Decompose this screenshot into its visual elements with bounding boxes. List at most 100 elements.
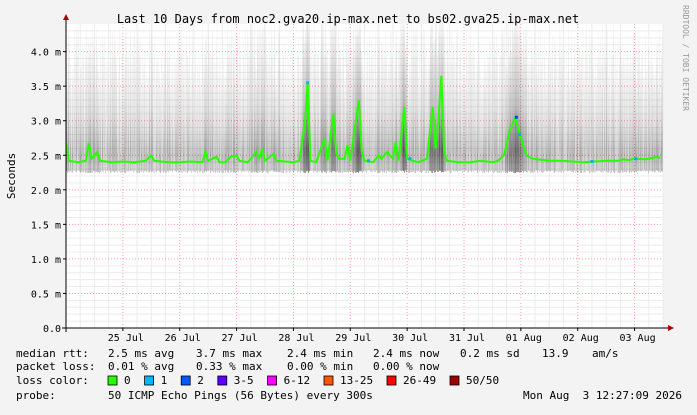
smoke-column — [149, 27, 150, 173]
smoke-column — [219, 56, 220, 174]
smoke-column — [294, 70, 295, 171]
y-axis-arrow — [63, 14, 69, 20]
smoke-column — [273, 77, 274, 172]
loss-marker — [590, 159, 594, 163]
smoke-column — [70, 66, 71, 172]
smoke-column — [163, 70, 164, 174]
smoke-column — [600, 33, 601, 172]
smoke-column — [72, 66, 73, 173]
smoke-column — [420, 81, 421, 173]
smoke-column — [422, 68, 423, 172]
x-tick-label: 30 Jul — [392, 333, 428, 344]
probe-label: probe: — [16, 389, 56, 402]
smoke-column — [557, 62, 558, 172]
smoke-column — [139, 39, 140, 174]
smoke-column — [497, 57, 498, 173]
y-axis-label: Seconds — [5, 153, 18, 199]
smoke-column — [532, 49, 533, 173]
smoke-column — [374, 80, 375, 173]
smoke-column — [621, 54, 622, 171]
x-axis-ticks: 25 Jul 26 Jul 27 Jul 28 Jul 29 Jul 30 Jul 31 J… — [108, 328, 656, 344]
smoke-column — [221, 76, 222, 173]
smoke-column — [143, 65, 144, 174]
legend-item-label: 3-5 — [234, 374, 254, 387]
smoke-column — [222, 78, 223, 174]
smoke-column — [366, 58, 367, 174]
stats-median-rtt-ams-unit: am/s — [592, 347, 619, 360]
smoke-column — [141, 82, 142, 172]
probe-timestamp: Mon Aug 3 12:27:09 2026 — [523, 389, 682, 402]
smoke-column — [485, 61, 486, 171]
smoke-column — [370, 68, 371, 172]
smoke-column — [241, 64, 242, 173]
smoke-column — [267, 55, 268, 174]
smoke-column — [475, 73, 476, 171]
smoke-column — [75, 43, 76, 172]
smoke-column — [481, 76, 482, 172]
smoke-column — [213, 53, 214, 173]
smoke-column — [76, 26, 77, 173]
y-axis-ticks: 0.0 0.5 m 1.0 m 1.5 m 2.0 m 2.5 m 3.0 m 3.5 m 4.… — [31, 48, 66, 335]
smoke-column — [192, 24, 193, 171]
smoke-column — [573, 67, 574, 173]
x-tick-label: 02 Aug — [563, 333, 599, 344]
smoke-column — [96, 27, 97, 172]
x-tick-label: 01 Aug — [506, 333, 542, 344]
smoke-column — [187, 47, 188, 174]
smoke-column — [295, 69, 296, 172]
smoke-column — [151, 28, 152, 173]
x-tick-label: 25 Jul — [108, 333, 144, 344]
smoke-column — [594, 76, 595, 173]
smoke-column — [319, 76, 320, 172]
smoke-column — [390, 32, 391, 171]
smoke-column — [117, 82, 118, 173]
smoke-column — [292, 47, 293, 172]
smoke-column — [561, 48, 562, 173]
smoke-column — [625, 57, 626, 172]
smoke-column — [387, 72, 388, 171]
smoke-column — [416, 26, 417, 171]
smoke-column — [266, 36, 267, 173]
smoke-column — [629, 62, 630, 173]
smoke-column — [255, 62, 256, 172]
smoke-column — [554, 39, 555, 174]
smoke-column — [642, 47, 643, 171]
smoke-column — [318, 36, 319, 171]
stats-median-rtt-label: median rtt: — [16, 347, 89, 360]
smoke-column — [414, 30, 415, 173]
legend-item-label: 0 — [124, 374, 131, 387]
smoke-column — [82, 45, 83, 172]
rrdtool-watermark: RRDTOOL / TOBI OETIKER — [681, 5, 690, 111]
smoke-column — [102, 34, 103, 172]
smoke-column — [468, 50, 469, 173]
smoke-column — [549, 81, 550, 172]
latency-chart: 0.0 0.5 m 1.0 m 1.5 m 2.0 m 2.5 m 3.0 m 3.5 m 4.… — [5, 5, 690, 402]
smoke-column — [595, 45, 596, 173]
smoke-column — [517, 24, 518, 173]
smoke-column — [341, 59, 342, 173]
y-tick-label: 1.0 m — [31, 255, 61, 266]
smoke-column — [373, 46, 374, 172]
loss-marker — [518, 133, 522, 137]
loss-color-legend: loss color: 0 1 2 3-5 6-12 13-25 26-49 50/50 — [16, 374, 499, 387]
smoke-column — [144, 49, 145, 172]
smoke-column — [95, 64, 96, 173]
smoke-column — [342, 53, 343, 174]
smoke-column — [564, 43, 565, 171]
smoke-column — [343, 34, 344, 172]
smoke-column — [491, 70, 492, 171]
smoke-column — [164, 34, 165, 172]
smoke-column — [296, 74, 297, 172]
smoke-column — [648, 47, 649, 174]
smoke-column — [297, 53, 298, 173]
legend-item-label: 6-12 — [284, 374, 311, 387]
smoke-column — [229, 36, 230, 171]
smoke-column — [415, 27, 416, 174]
smoke-column — [254, 25, 255, 173]
smoke-column — [128, 47, 129, 172]
smoke-column — [126, 28, 127, 172]
smoke-column — [331, 26, 332, 173]
smoke-column — [190, 75, 191, 172]
smoke-column — [395, 42, 396, 173]
smoke-column — [467, 61, 468, 173]
